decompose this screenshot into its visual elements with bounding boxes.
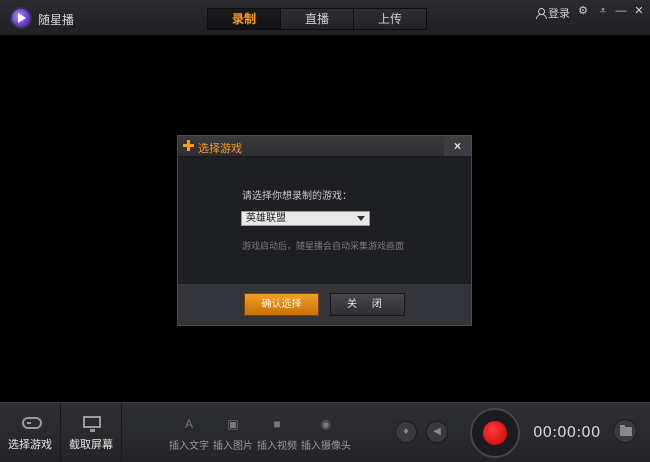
record-button[interactable] <box>470 408 520 458</box>
tab-live[interactable]: 直播 <box>281 9 354 29</box>
insert-image-label: 插入图片 <box>213 441 253 452</box>
insert-text-button[interactable]: A 插入文字 <box>168 403 210 462</box>
open-folder-button[interactable] <box>613 419 637 443</box>
settings-icon[interactable]: ⚙ <box>576 4 590 18</box>
dialog-header: 选择游戏 × <box>178 136 471 157</box>
insert-camera-button[interactable]: ◉ 插入摄像头 <box>300 403 352 462</box>
text-icon: A <box>184 417 193 431</box>
insert-video-button[interactable]: ■ 插入视频 <box>256 403 298 462</box>
close-button[interactable]: 关 闭 <box>330 293 405 316</box>
folder-icon <box>620 425 632 436</box>
insert-video-label: 插入视频 <box>257 441 297 452</box>
menu-dropdown-icon[interactable]: ⩡ <box>596 4 610 18</box>
tab-record[interactable]: 录制 <box>208 9 281 29</box>
confirm-button[interactable]: 确认选择 <box>244 293 319 316</box>
screenshot-label: 截取屏幕 <box>69 439 113 451</box>
dialog-hint: 游戏启动后，随星播会自动采集游戏画面 <box>242 241 405 251</box>
dialog-prompt: 请选择你想录制的游戏： <box>242 191 352 202</box>
speaker-icon[interactable]: ◀ <box>426 421 448 443</box>
close-window-icon[interactable]: ✕ <box>632 4 646 18</box>
screenshot-button[interactable]: 截取屏幕 <box>61 403 122 462</box>
game-select-value: 英雄联盟 <box>246 213 286 224</box>
insert-image-button[interactable]: ▣ 插入图片 <box>212 403 254 462</box>
select-game-label: 选择游戏 <box>8 439 52 451</box>
chevron-down-icon <box>357 216 365 221</box>
login-label: 登录 <box>548 8 570 20</box>
record-timer: 00:00:00 <box>533 423 601 441</box>
insert-text-label: 插入文字 <box>169 441 209 452</box>
dialog-title: 选择游戏 <box>198 143 242 155</box>
minimize-icon[interactable]: — <box>614 4 628 18</box>
image-icon: ▣ <box>227 417 239 431</box>
plus-icon <box>183 140 194 151</box>
select-game-button[interactable]: 选择游戏 <box>0 403 61 462</box>
user-icon <box>536 8 547 19</box>
microphone-icon[interactable]: ♦ <box>395 421 417 443</box>
login-link[interactable]: 登录 <box>536 5 570 21</box>
title-bar: 随星播 录制 直播 上传 登录 ⚙ ⩡ — ✕ <box>0 0 650 36</box>
camera-icon: ◉ <box>320 417 332 431</box>
app-name: 随星播 <box>38 13 75 27</box>
video-icon: ■ <box>273 417 281 431</box>
tab-upload[interactable]: 上传 <box>354 9 426 29</box>
record-icon <box>483 421 507 445</box>
dialog-body: 请选择你想录制的游戏： 英雄联盟 游戏启动后，随星播会自动采集游戏画面 <box>178 157 471 284</box>
bottom-toolbar: 选择游戏 截取屏幕 A 插入文字 ▣ 插入图片 ■ 插入视频 ◉ 插入摄像头 ♦… <box>0 402 650 462</box>
monitor-icon <box>83 416 101 432</box>
dialog-footer: 确认选择 关 闭 <box>178 284 471 325</box>
game-select[interactable]: 英雄联盟 <box>241 211 370 226</box>
gamepad-icon <box>22 417 42 429</box>
mode-tabs: 录制 直播 上传 <box>207 8 427 30</box>
select-game-dialog: 选择游戏 × 请选择你想录制的游戏： 英雄联盟 游戏启动后，随星播会自动采集游戏… <box>177 135 472 326</box>
insert-camera-label: 插入摄像头 <box>301 441 351 452</box>
dialog-close-button[interactable]: × <box>444 136 471 156</box>
app-logo-icon <box>12 9 30 27</box>
